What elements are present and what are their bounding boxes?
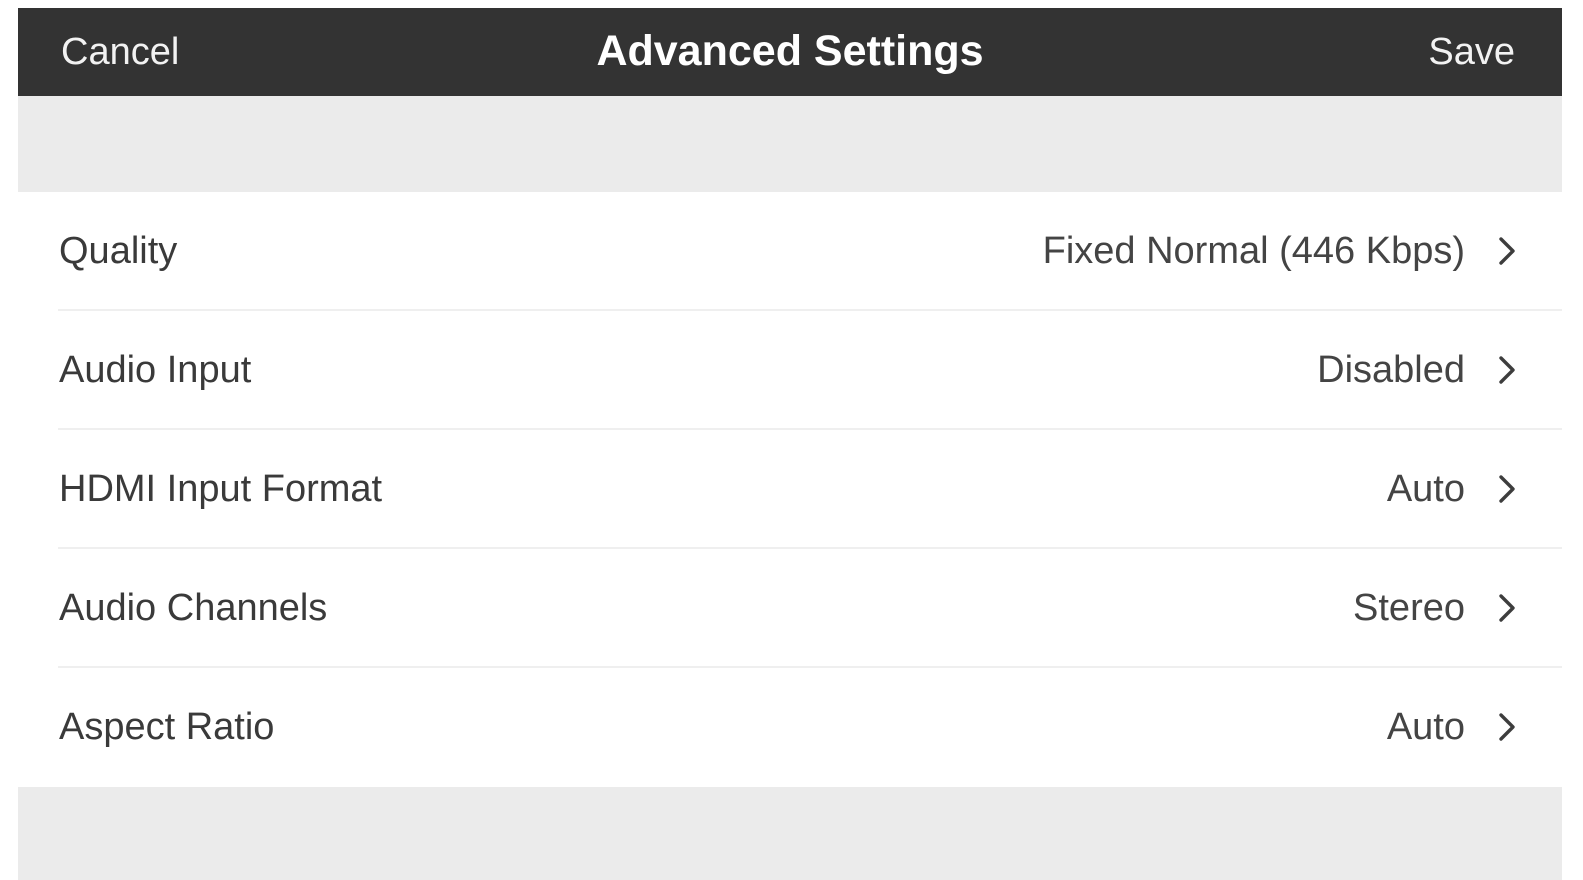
- setting-value: Auto: [1386, 706, 1465, 748]
- navigation-bar: Cancel Advanced Settings Save: [18, 8, 1562, 96]
- setting-label: Quality: [59, 230, 178, 272]
- chevron-right-icon: [1499, 475, 1515, 503]
- settings-list: Quality Fixed Normal (446 Kbps) Audio In…: [18, 192, 1562, 787]
- chevron-right-icon: [1499, 713, 1515, 741]
- setting-value: Disabled: [1317, 349, 1465, 391]
- setting-label: Audio Input: [59, 349, 252, 391]
- setting-value: Fixed Normal (446 Kbps): [1042, 230, 1465, 272]
- setting-row-audio-channels[interactable]: Audio Channels Stereo: [18, 549, 1562, 668]
- setting-row-audio-input[interactable]: Audio Input Disabled: [18, 311, 1562, 430]
- setting-row-quality[interactable]: Quality Fixed Normal (446 Kbps): [18, 192, 1562, 311]
- setting-label: Aspect Ratio: [59, 706, 275, 748]
- chevron-right-icon: [1499, 356, 1515, 384]
- chevron-right-icon: [1499, 594, 1515, 622]
- page-title: Advanced Settings: [596, 27, 984, 75]
- setting-row-hdmi-input-format[interactable]: HDMI Input Format Auto: [18, 430, 1562, 549]
- save-button[interactable]: Save: [1428, 8, 1515, 96]
- setting-row-aspect-ratio[interactable]: Aspect Ratio Auto: [18, 668, 1562, 787]
- setting-label: Audio Channels: [59, 587, 328, 629]
- setting-value: Auto: [1386, 468, 1465, 510]
- setting-label: HDMI Input Format: [59, 468, 383, 510]
- settings-screen: Cancel Advanced Settings Save Quality Fi…: [18, 8, 1562, 880]
- chevron-right-icon: [1499, 237, 1515, 265]
- setting-value: Stereo: [1353, 587, 1465, 629]
